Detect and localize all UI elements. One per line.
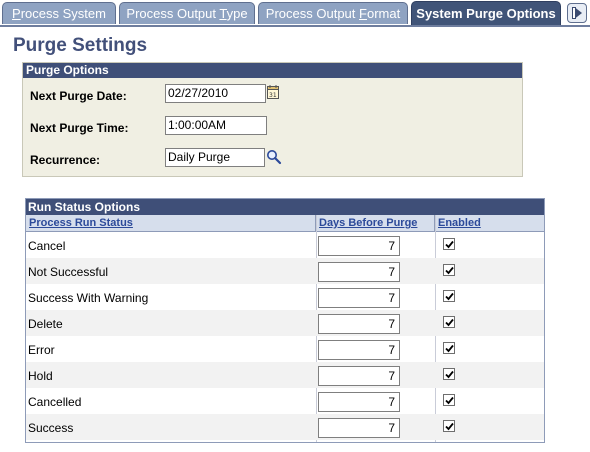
table-row: Hold 7 [26, 362, 544, 388]
tab-label: Process Output [265, 6, 360, 21]
table-row: Success 7 [26, 414, 544, 440]
tab-label-accel: F [359, 6, 367, 21]
tab-process-system[interactable]: Process System [2, 2, 116, 24]
checkmark-icon [445, 344, 454, 353]
days-before-purge-input[interactable]: 7 [318, 366, 400, 386]
enabled-checkbox[interactable] [443, 238, 455, 250]
tab-label: System Purge Options [416, 6, 556, 21]
process-run-status-cell: Delete [28, 317, 63, 331]
days-before-purge-input[interactable]: 7 [318, 392, 400, 412]
process-run-status-cell: Success [28, 421, 74, 435]
next-purge-time-field[interactable]: 1:00:00AM [165, 116, 267, 135]
process-run-status-cell: Error [28, 343, 55, 357]
next-purge-time-label: Next Purge Time: [30, 121, 129, 135]
checkmark-icon [445, 370, 454, 379]
checkmark-icon [445, 240, 454, 249]
tab-label-accel: T [219, 6, 227, 21]
column-header-enabled[interactable]: Enabled [435, 215, 544, 232]
days-before-purge-input[interactable]: 7 [318, 340, 400, 360]
enabled-checkbox[interactable] [443, 264, 455, 276]
run-status-grid: Run Status Options Process Run Status Da… [25, 198, 545, 443]
days-before-purge-input[interactable]: 7 [318, 288, 400, 308]
checkmark-icon [445, 318, 454, 327]
next-purge-date-label: Next Purge Date: [30, 89, 127, 103]
column-header-days-before-purge[interactable]: Days Before Purge [316, 215, 435, 232]
tab-label-accel: P [12, 6, 21, 21]
calendar-icon[interactable]: 31 [267, 85, 279, 99]
process-run-status-cell: Cancelled [28, 395, 82, 409]
tab-process-output-format[interactable]: Process Output Format [258, 2, 408, 24]
svg-text:31: 31 [269, 92, 277, 99]
process-run-status-cell: Hold [28, 369, 53, 383]
tab-bar: Process System Process Output Type Proce… [0, 0, 590, 27]
tab-label: ormat [366, 6, 401, 21]
days-before-purge-input[interactable]: 7 [318, 418, 400, 438]
checkmark-icon [445, 422, 454, 431]
next-purge-date-field[interactable]: 02/27/2010 [165, 84, 266, 103]
checkmark-icon [445, 266, 454, 275]
enabled-checkbox[interactable] [443, 394, 455, 406]
days-before-purge-input[interactable]: 7 [318, 262, 400, 282]
checkmark-icon [445, 396, 454, 405]
purge-options-group: Purge Options Next Purge Date: 02/27/201… [22, 62, 523, 177]
tab-process-output-type[interactable]: Process Output Type [119, 2, 255, 24]
enabled-checkbox[interactable] [443, 342, 455, 354]
purge-options-header: Purge Options [23, 63, 522, 78]
page-title: Purge Settings [13, 35, 148, 56]
process-run-status-cell: Not Successful [28, 265, 109, 279]
tab-system-purge-options[interactable]: System Purge Options [411, 1, 561, 26]
tab-underline [0, 25, 590, 27]
checkmark-icon [445, 292, 454, 301]
tab-label: rocess System [20, 6, 106, 21]
next-tab-arrow-icon[interactable] [567, 3, 587, 23]
table-row: Cancel 7 [26, 232, 544, 258]
recurrence-label: Recurrence: [30, 153, 101, 167]
tab-label: ype [226, 6, 248, 21]
enabled-checkbox[interactable] [443, 368, 455, 380]
process-run-status-cell: Cancel [28, 239, 66, 253]
column-header-process-run-status[interactable]: Process Run Status [26, 215, 316, 232]
table-row: Delete 7 [26, 310, 544, 336]
run-status-grid-title: Run Status Options [26, 199, 544, 215]
days-before-purge-input[interactable]: 7 [318, 236, 400, 256]
magnifier-lookup-icon[interactable] [266, 149, 282, 165]
table-row: Success With Warning 7 [26, 284, 544, 310]
enabled-checkbox[interactable] [443, 420, 455, 432]
table-row: Cancelled 7 [26, 388, 544, 414]
days-before-purge-input[interactable]: 7 [318, 314, 400, 334]
table-row: Not Successful 7 [26, 258, 544, 284]
next-tab-arrow-icon [572, 7, 582, 19]
table-row: Error 7 [26, 336, 544, 362]
tab-label: Process Output [126, 6, 220, 21]
enabled-checkbox[interactable] [443, 290, 455, 302]
enabled-checkbox[interactable] [443, 316, 455, 328]
recurrence-field[interactable]: Daily Purge [165, 148, 265, 167]
process-run-status-cell: Success With Warning [28, 291, 149, 305]
